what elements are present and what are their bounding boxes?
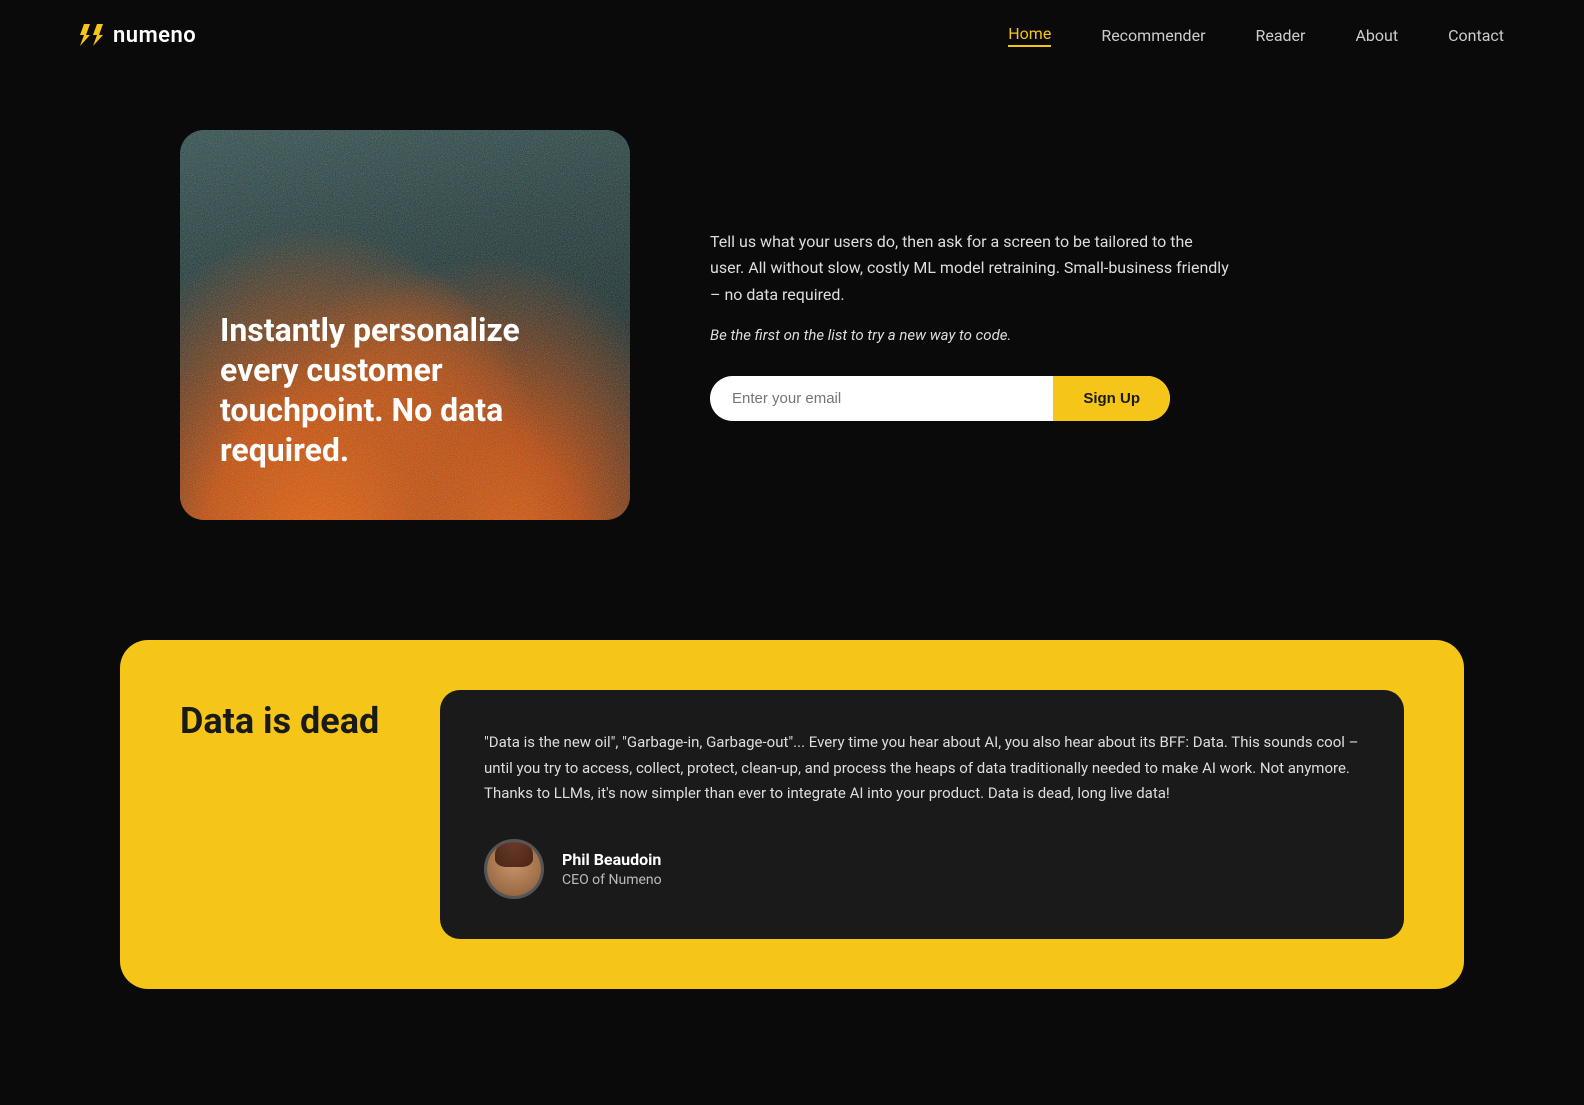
avatar-hair xyxy=(495,841,533,867)
hero-description: Tell us what your users do, then ask for… xyxy=(710,229,1230,308)
author-title: CEO of Numeno xyxy=(562,872,662,888)
hero-headline: Instantly personalize every customer tou… xyxy=(220,310,590,470)
hero-section: Instantly personalize every customer tou… xyxy=(0,70,1584,580)
author-info: Phil Beaudoin CEO of Numeno xyxy=(562,850,662,888)
navbar: numeno Home Recommender Reader About Con… xyxy=(0,0,1584,70)
nav-link-contact[interactable]: Contact xyxy=(1448,26,1504,45)
logo-text: numeno xyxy=(113,23,196,48)
bolt-icon-1 xyxy=(80,24,90,46)
email-form: Sign Up xyxy=(710,376,1170,421)
nav-links: Home Recommender Reader About Contact xyxy=(1008,24,1504,47)
nav-link-about[interactable]: About xyxy=(1355,26,1398,45)
hero-card-text-area: Instantly personalize every customer tou… xyxy=(220,310,590,470)
signup-button[interactable]: Sign Up xyxy=(1053,376,1170,421)
logo[interactable]: numeno xyxy=(80,23,196,48)
hero-tagline: Be the first on the list to try a new wa… xyxy=(710,326,1230,344)
author-row: Phil Beaudoin CEO of Numeno xyxy=(484,839,1360,899)
email-input[interactable] xyxy=(710,376,1053,421)
data-card: "Data is the new oil", "Garbage-in, Garb… xyxy=(440,690,1404,939)
author-name: Phil Beaudoin xyxy=(562,850,662,869)
data-section: Data is dead "Data is the new oil", "Gar… xyxy=(120,640,1464,989)
nav-link-recommender[interactable]: Recommender xyxy=(1101,26,1205,45)
nav-link-home[interactable]: Home xyxy=(1008,24,1051,47)
data-card-quote: "Data is the new oil", "Garbage-in, Garb… xyxy=(484,730,1360,807)
hero-content: Tell us what your users do, then ask for… xyxy=(710,229,1230,421)
bolt-icon-2 xyxy=(93,24,103,46)
nav-link-reader[interactable]: Reader xyxy=(1255,26,1305,45)
data-section-title: Data is dead xyxy=(180,690,380,742)
hero-card: Instantly personalize every customer tou… xyxy=(180,130,630,520)
logo-icon xyxy=(80,24,103,46)
avatar-face xyxy=(487,839,541,899)
author-avatar xyxy=(484,839,544,899)
